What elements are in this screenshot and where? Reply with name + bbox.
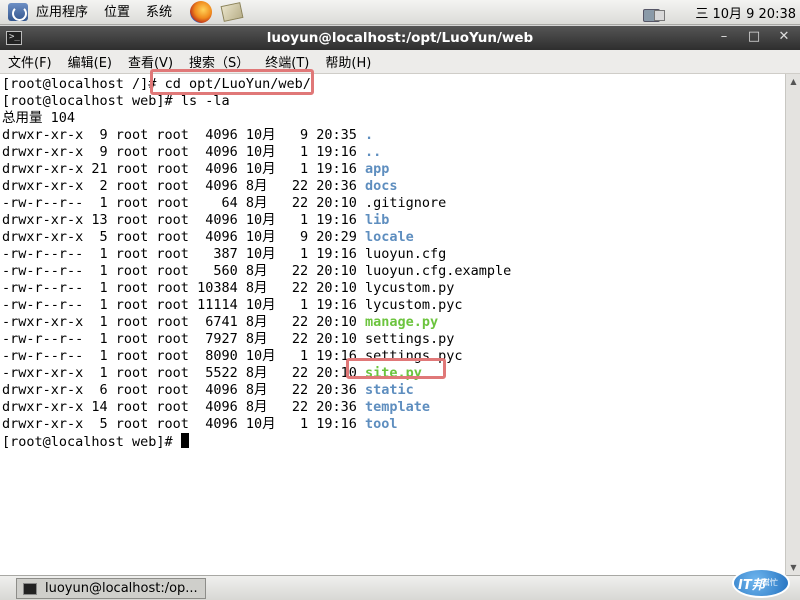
terminal-window: >_ luoyun@localhost:/opt/LuoYun/web – □ …: [0, 26, 800, 575]
file-meta: drwxr-xr-x 9 root root 4096 10月 9 20:35: [2, 127, 365, 143]
file-meta: drwxr-xr-x 9 root root 4096 10月 1 19:16: [2, 144, 365, 160]
file-name: docs: [365, 178, 398, 194]
menu-applications[interactable]: 应用程序: [28, 0, 96, 25]
text-editor-icon[interactable]: [220, 2, 244, 22]
listing-row: drwxr-xr-x 14 root root 4096 8月 22 20:36…: [2, 399, 785, 416]
file-meta: drwxr-xr-x 5 root root 4096 10月 1 19:16: [2, 416, 365, 432]
logo-sub: 幫忙: [762, 578, 778, 587]
file-name: ..: [365, 144, 382, 160]
listing-row: -rw-r--r-- 1 root root 64 8月 22 20:10 .g…: [2, 195, 785, 212]
terminal-line: [root@localhost /]# cd opt/LuoYun/web/: [2, 76, 785, 93]
listing-row: -rw-r--r-- 1 root root 11114 10月 1 19:16…: [2, 297, 785, 314]
taskbar-terminal-button[interactable]: luoyun@localhost:/op...: [16, 578, 206, 599]
listing-row: drwxr-xr-x 5 root root 4096 10月 1 19:16 …: [2, 416, 785, 433]
listing-row: drwxr-xr-x 21 root root 4096 10月 1 19:16…: [2, 161, 785, 178]
settings-highlight-box: [346, 358, 446, 379]
file-name: app: [365, 161, 390, 177]
file-name: lib: [365, 212, 390, 228]
task-label: luoyun@localhost:/op...: [45, 581, 198, 596]
listing-row: -rw-r--r-- 1 root root 560 8月 22 20:10 l…: [2, 263, 785, 280]
menu-edit[interactable]: 编辑(E): [68, 52, 112, 71]
file-meta: -rw-r--r-- 1 root root 560 8月 22 20:10: [2, 263, 365, 279]
file-meta: -rwxr-xr-x 1 root root 6741 8月 22 20:10: [2, 314, 365, 330]
file-meta: -rw-r--r-- 1 root root 11114 10月 1 19:16: [2, 297, 365, 313]
terminal-line: [root@localhost web]# ls -la: [2, 93, 785, 110]
file-meta: -rw-r--r-- 1 root root 8090 10月 1 19:16: [2, 348, 365, 364]
listing-row: drwxr-xr-x 5 root root 4096 10月 9 20:29 …: [2, 229, 785, 246]
file-meta: drwxr-xr-x 6 root root 4096 8月 22 20:36: [2, 382, 365, 398]
top-panel: 应用程序 位置 系统 三 10月 9 20:38: [0, 0, 800, 25]
file-name: lycustom.py: [365, 280, 455, 296]
file-meta: drwxr-xr-x 21 root root 4096 10月 1 19:16: [2, 161, 365, 177]
file-name: luoyun.cfg: [365, 246, 447, 262]
listing-row: drwxr-xr-x 6 root root 4096 8月 22 20:36 …: [2, 382, 785, 399]
prompt: [root@localhost /]#: [2, 76, 165, 92]
listing-row: -rwxr-xr-x 1 root root 6741 8月 22 20:10 …: [2, 314, 785, 331]
listing-row: drwxr-xr-x 2 root root 4096 8月 22 20:36 …: [2, 178, 785, 195]
file-listing: drwxr-xr-x 9 root root 4096 10月 9 20:35 …: [2, 127, 785, 433]
total-line: 总用量 104: [2, 110, 76, 126]
firefox-icon[interactable]: [190, 1, 213, 23]
listing-row: drwxr-xr-x 9 root root 4096 10月 9 20:35 …: [2, 127, 785, 144]
file-meta: drwxr-xr-x 2 root root 4096 8月 22 20:36: [2, 178, 365, 194]
file-meta: drwxr-xr-x 14 root root 4096 8月 22 20:36: [2, 399, 365, 415]
scrollbar[interactable]: ▲ ▼: [785, 74, 800, 575]
file-meta: drwxr-xr-x 5 root root 4096 10月 9 20:29: [2, 229, 365, 245]
file-name: luoyun.cfg.example: [365, 263, 512, 279]
terminal-icon: [23, 582, 37, 595]
bottom-panel: luoyun@localhost:/op... IT邦 幫忙: [0, 568, 800, 600]
file-name: static: [365, 382, 414, 398]
menubar: 文件(F) 编辑(E) 查看(V) 搜索（S） 终端(T) 帮助(H): [0, 50, 800, 74]
menu-help[interactable]: 帮助(H): [325, 52, 371, 71]
file-name: template: [365, 399, 431, 415]
listing-row: -rw-r--r-- 1 root root 7927 8月 22 20:10 …: [2, 331, 785, 348]
prompt: [root@localhost web]#: [2, 434, 181, 450]
file-name: settings.py: [365, 331, 455, 347]
menu-file[interactable]: 文件(F): [8, 52, 52, 71]
cursor: [180, 433, 189, 448]
close-icon[interactable]: ✕: [776, 29, 792, 45]
listing-row: drwxr-xr-x 9 root root 4096 10月 1 19:16 …: [2, 144, 785, 161]
window-titlebar[interactable]: >_ luoyun@localhost:/opt/LuoYun/web – □ …: [0, 26, 800, 50]
terminal-line: [root@localhost web]#: [2, 433, 785, 450]
terminal-output[interactable]: [root@localhost /]# cd opt/LuoYun/web/ […: [0, 74, 785, 575]
menu-places[interactable]: 位置: [96, 0, 138, 25]
maximize-icon[interactable]: □: [746, 29, 762, 45]
listing-row: -rw-r--r-- 1 root root 387 10月 1 19:16 l…: [2, 246, 785, 263]
file-name: tool: [365, 416, 398, 432]
command-highlight-box: [150, 69, 314, 95]
file-meta: -rw-r--r-- 1 root root 10384 8月 22 20:10: [2, 280, 365, 296]
minimize-icon[interactable]: –: [716, 29, 732, 45]
clock[interactable]: 三 10月 9 20:38: [695, 3, 800, 22]
file-name: lycustom.pyc: [365, 297, 463, 313]
file-name: .gitignore: [365, 195, 447, 211]
file-name: .: [365, 127, 374, 143]
prompt: [root@localhost web]#: [2, 93, 181, 109]
file-name: locale: [365, 229, 414, 245]
menu-system[interactable]: 系统: [138, 0, 180, 25]
scroll-up-icon[interactable]: ▲: [788, 76, 799, 87]
file-meta: -rw-r--r-- 1 root root 64 8月 22 20:10: [2, 195, 365, 211]
file-meta: -rw-r--r-- 1 root root 7927 8月 22 20:10: [2, 331, 365, 347]
logo-text: IT邦: [738, 578, 765, 593]
file-meta: -rw-r--r-- 1 root root 387 10月 1 19:16: [2, 246, 365, 262]
file-meta: -rwxr-xr-x 1 root root 5522 8月 22 20:10: [2, 365, 365, 381]
network-icon[interactable]: [643, 4, 666, 22]
listing-row: drwxr-xr-x 13 root root 4096 10月 1 19:16…: [2, 212, 785, 229]
file-name: manage.py: [365, 314, 439, 330]
file-meta: drwxr-xr-x 13 root root 4096 10月 1 19:16: [2, 212, 365, 228]
terminal-icon: >_: [6, 31, 22, 45]
ithelp-logo: IT邦 幫忙: [732, 568, 790, 598]
applications-logo-icon[interactable]: [8, 3, 28, 21]
window-title: luoyun@localhost:/opt/LuoYun/web: [266, 30, 534, 46]
command-text: ls -la: [180, 93, 230, 109]
listing-row: -rw-r--r-- 1 root root 10384 8月 22 20:10…: [2, 280, 785, 297]
